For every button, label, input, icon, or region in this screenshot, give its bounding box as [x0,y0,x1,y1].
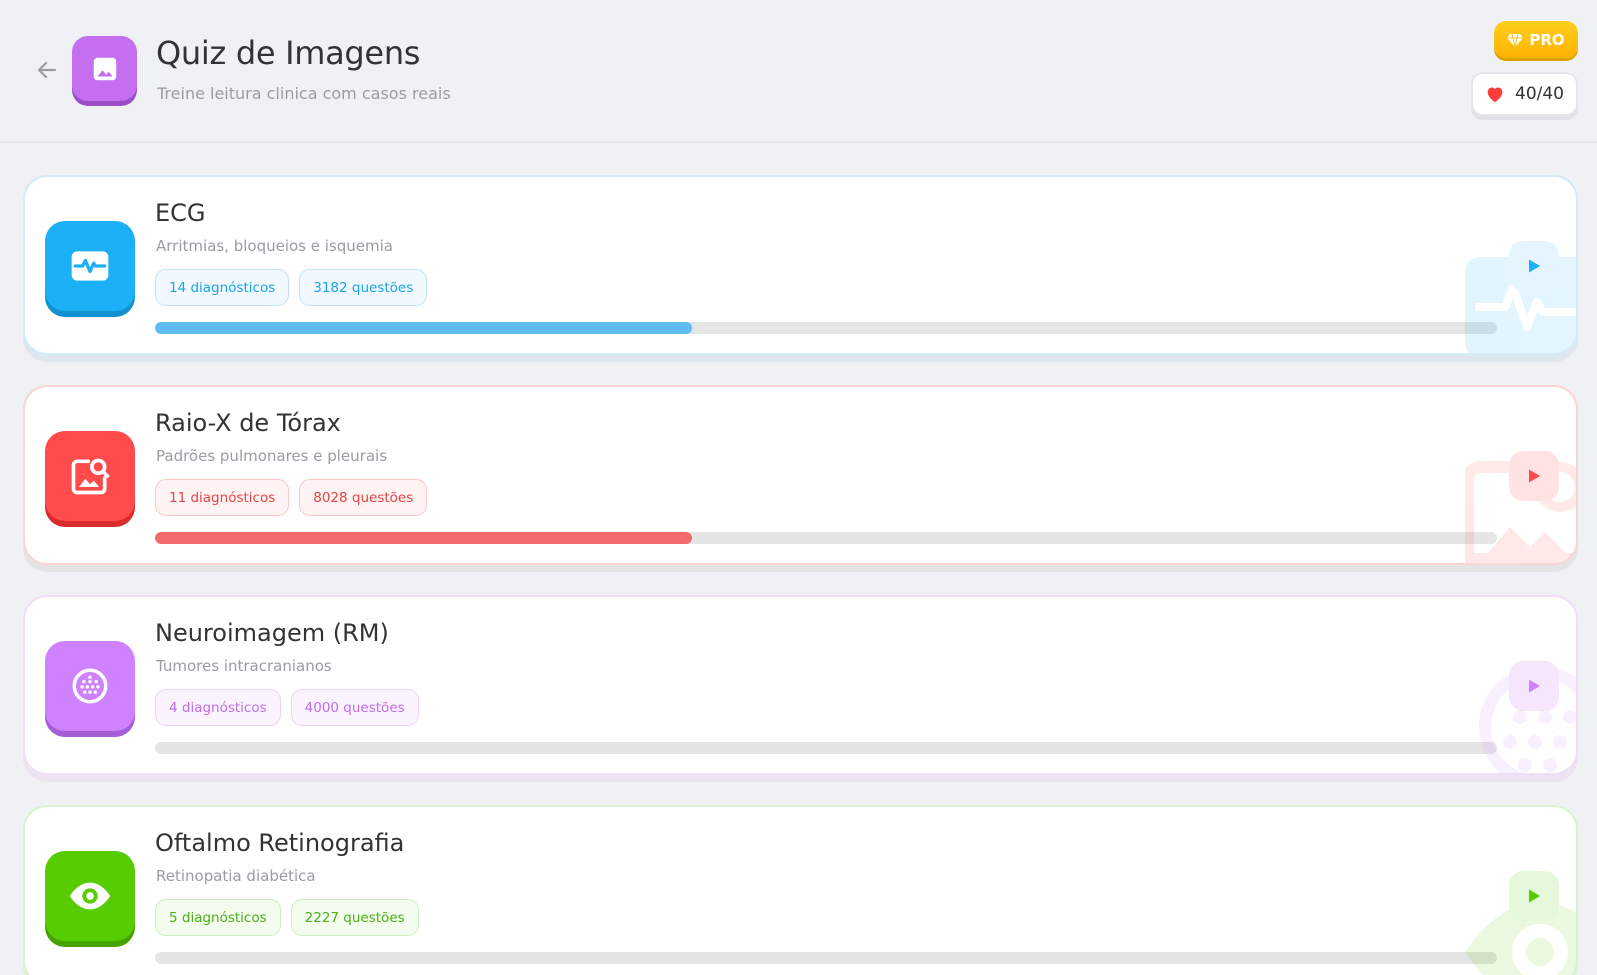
raio-x-category-icon [45,431,135,521]
quiz-title: Neuroimagem (RM) [155,619,389,647]
progress-fill [155,532,692,544]
play-button[interactable] [1509,661,1559,711]
quiz-description: Tumores intracranianos [156,657,332,675]
image-icon [93,57,116,80]
play-button[interactable] [1509,871,1559,921]
progress-bar [155,952,1497,964]
page-subtitle: Treine leitura clinica com casos reais [157,84,451,103]
play-icon [1529,679,1540,693]
progress-bar [155,532,1497,544]
quiz-title: Raio-X de Tórax [155,409,341,437]
page-title: Quiz de Imagens [156,34,421,72]
neuro-category-icon [45,641,135,731]
diagnoses-count-chip: 14 diagnósticos [155,269,290,306]
play-icon [1529,889,1540,903]
quiz-card-oftalmo[interactable]: Oftalmo Retinografia Retinopatia diabéti… [23,805,1578,975]
questions-count-chip: 8028 questões [299,479,428,516]
questions-count-chip: 3182 questões [299,269,428,306]
quiz-card-raio-x[interactable]: Raio-X de Tórax Padrões pulmonares e ple… [23,385,1578,565]
diagnoses-count-chip: 5 diagnósticos [155,899,281,936]
lives-value: 40/40 [1515,84,1564,104]
quiz-app-icon [72,36,137,101]
quiz-description: Retinopatia diabética [156,867,316,885]
eye-icon [69,882,111,910]
quiz-title: ECG [155,199,206,227]
questions-count-chip: 4000 questões [290,689,419,726]
pro-label: PRO [1529,30,1565,49]
arrow-left-icon [37,61,57,79]
heart-icon [1487,87,1503,103]
play-icon [1529,469,1540,483]
quiz-card-ecg[interactable]: ECG Arritmias, bloqueios e isquemia 14 d… [23,175,1578,355]
progress-bar [155,742,1497,754]
diagnoses-count-chip: 4 diagnósticos [155,689,281,726]
pro-badge[interactable]: PRO [1494,21,1578,58]
brain-scan-icon [72,668,108,704]
quiz-title: Oftalmo Retinografia [155,829,405,857]
heart-pulse-icon [71,251,109,281]
ecg-category-icon [45,221,135,311]
image-search-icon [71,458,110,495]
page-header: Quiz de Imagens Treine leitura clinica c… [0,0,1597,143]
diamond-icon [1507,33,1524,47]
oftalmo-category-icon [45,851,135,941]
quiz-description: Arritmias, bloqueios e isquemia [156,237,393,255]
progress-fill [155,322,692,334]
play-button[interactable] [1509,241,1559,291]
quiz-description: Padrões pulmonares e pleurais [156,447,388,465]
play-icon [1529,259,1540,273]
diagnoses-count-chip: 11 diagnósticos [155,479,290,516]
lives-counter[interactable]: 40/40 [1471,72,1578,116]
play-button[interactable] [1509,451,1559,501]
progress-bar [155,322,1497,334]
questions-count-chip: 2227 questões [290,899,419,936]
back-button[interactable] [30,53,64,87]
quiz-card-neuroimagem[interactable]: Neuroimagem (RM) Tumores intracranianos … [23,595,1578,775]
